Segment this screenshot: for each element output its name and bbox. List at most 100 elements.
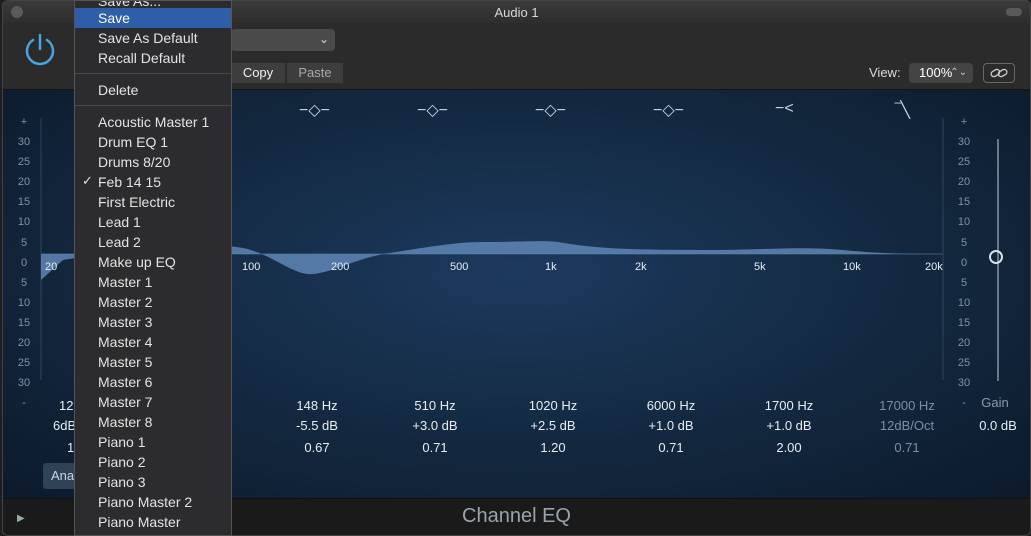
db-tick: 25 <box>17 357 31 370</box>
menu-item-recall-default[interactable]: Recall Default <box>75 48 231 68</box>
db-tick: 15 <box>957 316 971 329</box>
db-scale-left: + 30 25 20 15 10 5 0 5 10 15 20 25 30 - <box>17 112 31 413</box>
db-tick: 25 <box>957 156 971 169</box>
band-2-gain[interactable]: +3.0 dB <box>390 418 480 433</box>
preset-select[interactable]: ⌄ <box>231 29 335 51</box>
band-3-handle-icon[interactable]: −◇− <box>535 100 566 120</box>
view-zoom-select[interactable]: 100% ⌃⌄ <box>909 63 973 83</box>
preset-item[interactable]: Piano Master <box>75 512 231 532</box>
band-1-freq[interactable]: 148 Hz <box>272 398 362 413</box>
db-tick: 30 <box>17 136 31 149</box>
preset-item[interactable]: Piano 1 <box>75 432 231 452</box>
band-5-gain[interactable]: +1.0 dB <box>744 418 834 433</box>
db-tick: 10 <box>957 296 971 309</box>
preset-item[interactable]: Master 6 <box>75 372 231 392</box>
link-icon[interactable] <box>983 63 1015 83</box>
db-tick: 0 <box>960 256 968 269</box>
band-6-q[interactable]: 0.71 <box>862 440 952 455</box>
view-zoom-value: 100% <box>919 65 953 80</box>
preset-item[interactable]: Master 7 <box>75 392 231 412</box>
freq-label: 5k <box>754 261 766 273</box>
db-tick: 30 <box>957 377 971 390</box>
preset-item[interactable]: Master 4 <box>75 332 231 352</box>
preset-item[interactable]: Master 5 <box>75 352 231 372</box>
menu-separator <box>75 73 231 74</box>
band-6-freq[interactable]: 17000 Hz <box>862 398 952 413</box>
preset-item[interactable]: First Electric <box>75 192 231 212</box>
db-tick: 15 <box>17 196 31 209</box>
db-scale-right: + 30 25 20 15 10 5 0 5 10 15 20 25 30 - <box>955 112 973 413</box>
db-tick: 30 <box>17 377 31 390</box>
db-tick: + <box>20 116 28 128</box>
preset-item[interactable]: Make up EQ <box>75 252 231 272</box>
freq-label: 200 <box>331 261 350 273</box>
preset-item-selected[interactable]: Feb 14 15 <box>75 172 231 192</box>
menu-item-delete[interactable]: Delete <box>75 80 231 100</box>
db-tick: 25 <box>957 357 971 370</box>
db-tick: 10 <box>17 296 31 309</box>
preset-item[interactable]: Drums 8/20 <box>75 152 231 172</box>
gain-slider-knob[interactable] <box>989 250 1003 264</box>
gain-label: Gain <box>981 395 1009 410</box>
low-pass-handle-icon[interactable]: ‾╲ <box>895 100 910 120</box>
preset-item[interactable]: Lead 2 <box>75 232 231 252</box>
band-3-gain[interactable]: +2.5 dB <box>508 418 598 433</box>
db-tick: 15 <box>957 196 971 209</box>
band-2-q[interactable]: 0.71 <box>390 440 480 455</box>
power-icon[interactable] <box>21 31 59 69</box>
preset-item[interactable]: Drum EQ 1 <box>75 132 231 152</box>
toolbar-toggle-button[interactable] <box>1006 8 1022 16</box>
freq-label: 20k <box>925 261 943 273</box>
band-1-handle-icon[interactable]: −◇− <box>299 100 330 120</box>
band-2-freq[interactable]: 510 Hz <box>390 398 480 413</box>
band-4-q[interactable]: 0.71 <box>626 440 716 455</box>
band-4-freq[interactable]: 6000 Hz <box>626 398 716 413</box>
band-1-q[interactable]: 0.67 <box>272 440 362 455</box>
freq-label: 100 <box>242 261 261 273</box>
db-tick: 15 <box>17 316 31 329</box>
db-tick: 0 <box>20 256 28 269</box>
band-5-freq[interactable]: 1700 Hz <box>744 398 834 413</box>
freq-label: 10k <box>843 261 861 273</box>
preset-item[interactable]: Piano 2 <box>75 452 231 472</box>
preset-item[interactable]: Piano 3 <box>75 472 231 492</box>
db-tick: - <box>22 397 26 410</box>
band-6-slope[interactable]: 12dB/Oct <box>862 418 952 433</box>
db-tick: 10 <box>17 216 31 229</box>
paste-button[interactable]: Paste <box>287 63 343 83</box>
db-tick: 20 <box>957 176 971 189</box>
preset-item[interactable]: Master 2 <box>75 292 231 312</box>
db-tick: + <box>960 116 968 128</box>
db-tick: 25 <box>17 156 31 169</box>
db-tick: 5 <box>20 276 28 289</box>
band-4-handle-icon[interactable]: −◇− <box>653 100 684 120</box>
db-tick: 10 <box>957 216 971 229</box>
chevron-down-icon: ⌄ <box>318 32 329 46</box>
menu-item-save-as-default[interactable]: Save As Default <box>75 28 231 48</box>
db-tick: 20 <box>17 337 31 350</box>
band-5-q[interactable]: 2.00 <box>744 440 834 455</box>
freq-label: 500 <box>450 261 469 273</box>
preset-item[interactable]: Lead 1 <box>75 212 231 232</box>
band-4-gain[interactable]: +1.0 dB <box>626 418 716 433</box>
copy-button[interactable]: Copy <box>231 63 285 83</box>
high-shelf-handle-icon[interactable]: −< <box>775 100 794 118</box>
preset-item[interactable]: Master 8 <box>75 412 231 432</box>
band-3-q[interactable]: 1.20 <box>508 440 598 455</box>
db-tick: 30 <box>957 136 971 149</box>
preset-item[interactable]: Master 1 <box>75 272 231 292</box>
menu-separator <box>75 105 231 106</box>
db-tick: 5 <box>960 276 968 289</box>
gain-value[interactable]: 0.0 dB <box>965 418 1030 433</box>
preset-dropdown-menu: Save As... Save Save As Default Recall D… <box>74 0 232 536</box>
preset-item[interactable]: Master 3 <box>75 312 231 332</box>
preset-item[interactable]: Piano Master 2 <box>75 492 231 512</box>
menu-item-save[interactable]: Save <box>75 8 231 28</box>
db-tick: 20 <box>17 176 31 189</box>
preset-item[interactable]: Acoustic Master 1 <box>75 112 231 132</box>
freq-label: 1k <box>545 261 557 273</box>
band-2-handle-icon[interactable]: −◇− <box>417 100 448 120</box>
db-tick: 5 <box>20 236 28 249</box>
band-1-gain[interactable]: -5.5 dB <box>272 418 362 433</box>
band-3-freq[interactable]: 1020 Hz <box>508 398 598 413</box>
